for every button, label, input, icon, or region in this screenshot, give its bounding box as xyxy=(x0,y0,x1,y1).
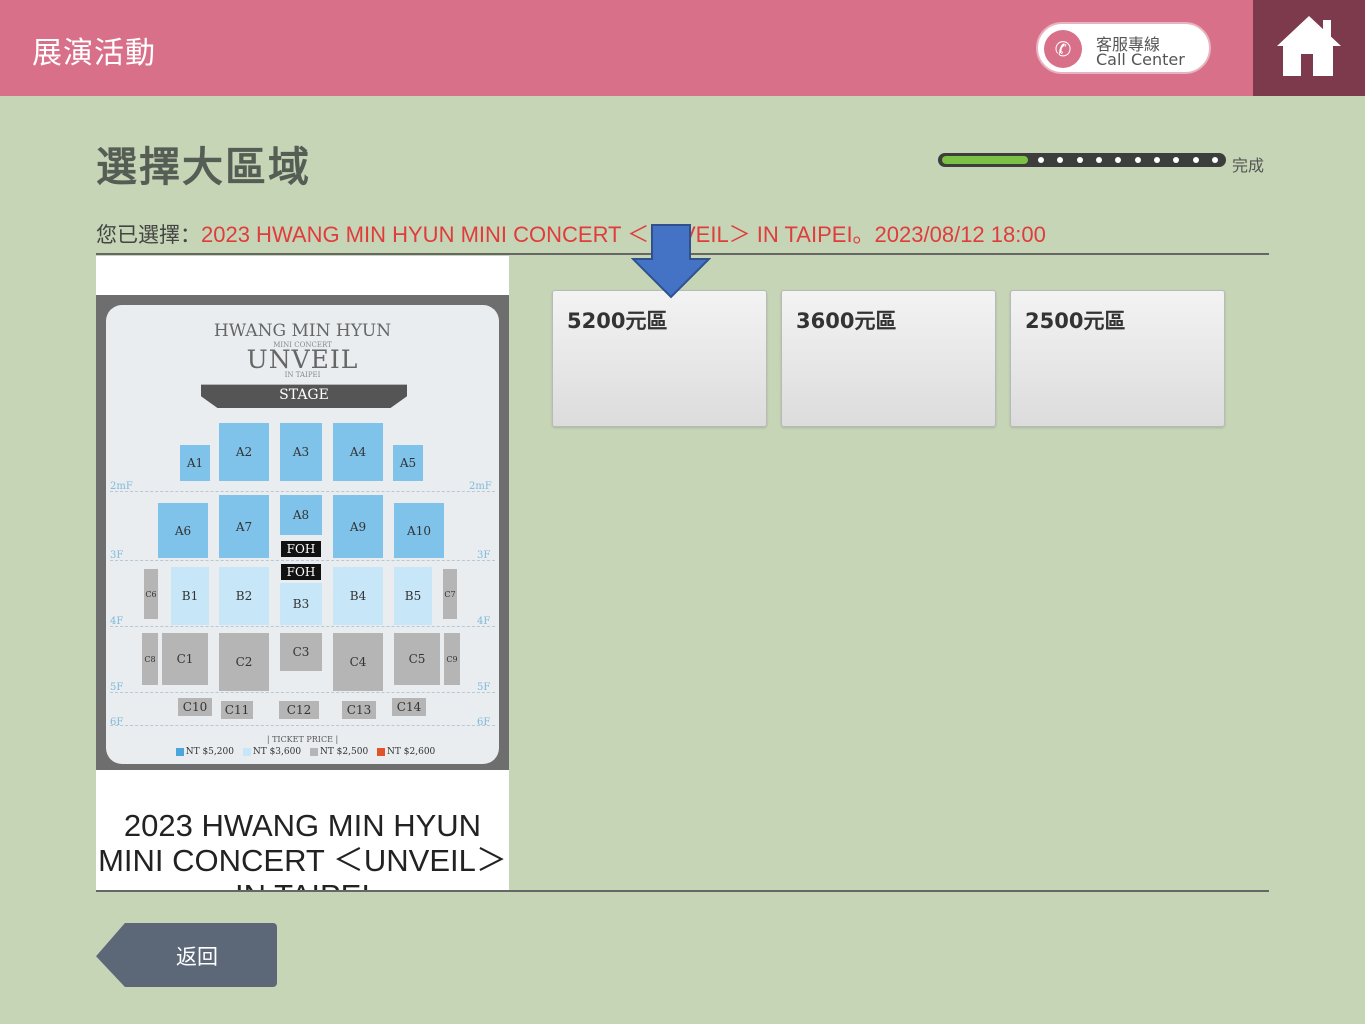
section-c8: C8 xyxy=(142,633,158,685)
section-c12: C12 xyxy=(279,701,319,719)
price-zone-5200-button[interactable]: 5200元區 xyxy=(552,290,767,427)
seat-map-image: HWANG MIN HYUN MINI CONCERT UNVEIL IN TA… xyxy=(96,295,509,770)
section-a2: A2 xyxy=(219,423,269,481)
section-c5: C5 xyxy=(394,633,440,685)
section-c7: C7 xyxy=(443,569,457,619)
home-button[interactable] xyxy=(1253,0,1365,96)
seat-map-logo: HWANG MIN HYUN xyxy=(213,321,392,341)
back-button[interactable]: 返回 xyxy=(96,923,277,987)
floor-label: 6F xyxy=(110,717,124,728)
phone-icon: ✆ xyxy=(1044,30,1082,68)
ticket-price-legend: NT $5,200 NT $3,600 NT $2,500 NT $2,600 xyxy=(106,747,499,757)
down-arrow-icon xyxy=(631,224,711,299)
selection-value: 2023 HWANG MIN HYUN MINI CONCERT ＜UNVEIL… xyxy=(201,222,1046,247)
floor-label: 3F xyxy=(110,550,124,561)
section-b1: B1 xyxy=(171,567,209,625)
section-b5: B5 xyxy=(394,567,432,625)
section-c11: C11 xyxy=(221,701,253,719)
price-zone-3600-button[interactable]: 3600元區 xyxy=(781,290,996,427)
section-b3: B3 xyxy=(280,583,322,625)
floor-label: 5F xyxy=(110,682,124,693)
ticket-price-title: | TICKET PRICE | xyxy=(266,735,339,744)
section-c14: C14 xyxy=(392,698,426,716)
back-button-label: 返回 xyxy=(176,945,218,969)
floor-line xyxy=(110,626,495,627)
event-card: HWANG MIN HYUN MINI CONCERT UNVEIL IN TA… xyxy=(96,256,509,890)
floor-label: 4F xyxy=(110,616,124,627)
floor-line xyxy=(110,491,495,492)
section-a8: A8 xyxy=(280,495,322,535)
app-header: 展演活動 ✆ 客服專線 Call Center xyxy=(0,0,1365,96)
divider-bottom xyxy=(96,890,1269,892)
floor-label: 5F xyxy=(477,682,491,693)
section-a3: A3 xyxy=(280,423,322,481)
section-b4: B4 xyxy=(333,567,383,625)
seat-map-show-sub: IN TAIPEI xyxy=(284,371,321,379)
section-b2: B2 xyxy=(219,567,269,625)
call-center-label-en: Call Center xyxy=(1096,50,1185,69)
section-c10: C10 xyxy=(178,698,212,716)
floor-line xyxy=(110,725,495,726)
section-a4: A4 xyxy=(333,423,383,481)
legend-swatch xyxy=(377,747,386,756)
section-c3: C3 xyxy=(280,633,322,671)
seat-map-show: UNVEIL xyxy=(246,345,359,374)
progress-fill xyxy=(942,156,1028,164)
floor-label: 2mF xyxy=(110,481,133,492)
section-c9: C9 xyxy=(444,633,460,685)
legend-swatch xyxy=(242,747,251,756)
section-c13: C13 xyxy=(342,701,376,719)
legend-label: NT $2,600 xyxy=(387,747,436,757)
floor-label: 2mF xyxy=(469,481,492,492)
legend-label: NT $2,500 xyxy=(319,747,369,757)
selection-summary: 您已選擇：2023 HWANG MIN HYUN MINI CONCERT ＜U… xyxy=(96,217,1046,249)
price-zone-label: 5200元區 xyxy=(567,309,668,333)
header-title: 展演活動 xyxy=(32,36,156,71)
section-a9: A9 xyxy=(333,495,383,558)
seat-map: HWANG MIN HYUN MINI CONCERT UNVEIL IN TA… xyxy=(106,305,499,764)
section-a10: A10 xyxy=(394,503,444,558)
section-a1: A1 xyxy=(180,445,210,481)
floor-line xyxy=(110,560,495,561)
page-title: 選擇大區域 xyxy=(96,143,311,191)
floor-label: 4F xyxy=(477,616,491,627)
section-c6: C6 xyxy=(144,569,158,619)
event-name: 2023 HWANG MIN HYUN MINI CONCERT ＜UNVEIL… xyxy=(98,808,507,890)
legend-label: NT $5,200 xyxy=(185,747,234,757)
selection-label: 您已選擇： xyxy=(96,223,201,247)
home-icon xyxy=(1277,16,1341,76)
foh-label: FOH xyxy=(281,541,321,557)
stage-label: STAGE xyxy=(201,384,407,408)
section-a6: A6 xyxy=(158,503,208,558)
floor-label: 6F xyxy=(477,717,491,728)
section-c2: C2 xyxy=(219,633,269,691)
legend-label: NT $3,600 xyxy=(252,747,302,757)
price-zone-label: 2500元區 xyxy=(1025,309,1126,333)
section-a7: A7 xyxy=(219,495,269,558)
floor-line xyxy=(110,692,495,693)
price-zone-label: 3600元區 xyxy=(796,309,897,333)
section-a5: A5 xyxy=(393,445,423,481)
section-c4: C4 xyxy=(333,633,383,691)
section-c1: C1 xyxy=(162,633,208,685)
foh-label: FOH xyxy=(281,564,321,580)
progress-label: 完成 xyxy=(1232,156,1265,175)
price-zone-2500-button[interactable]: 2500元區 xyxy=(1010,290,1225,427)
legend-swatch xyxy=(175,747,184,756)
call-center-button[interactable]: ✆ 客服專線 Call Center xyxy=(1036,22,1211,74)
legend-swatch xyxy=(309,747,318,756)
progress-bar xyxy=(938,151,1228,169)
progress-dots xyxy=(1038,157,1218,163)
floor-label: 3F xyxy=(477,550,491,561)
